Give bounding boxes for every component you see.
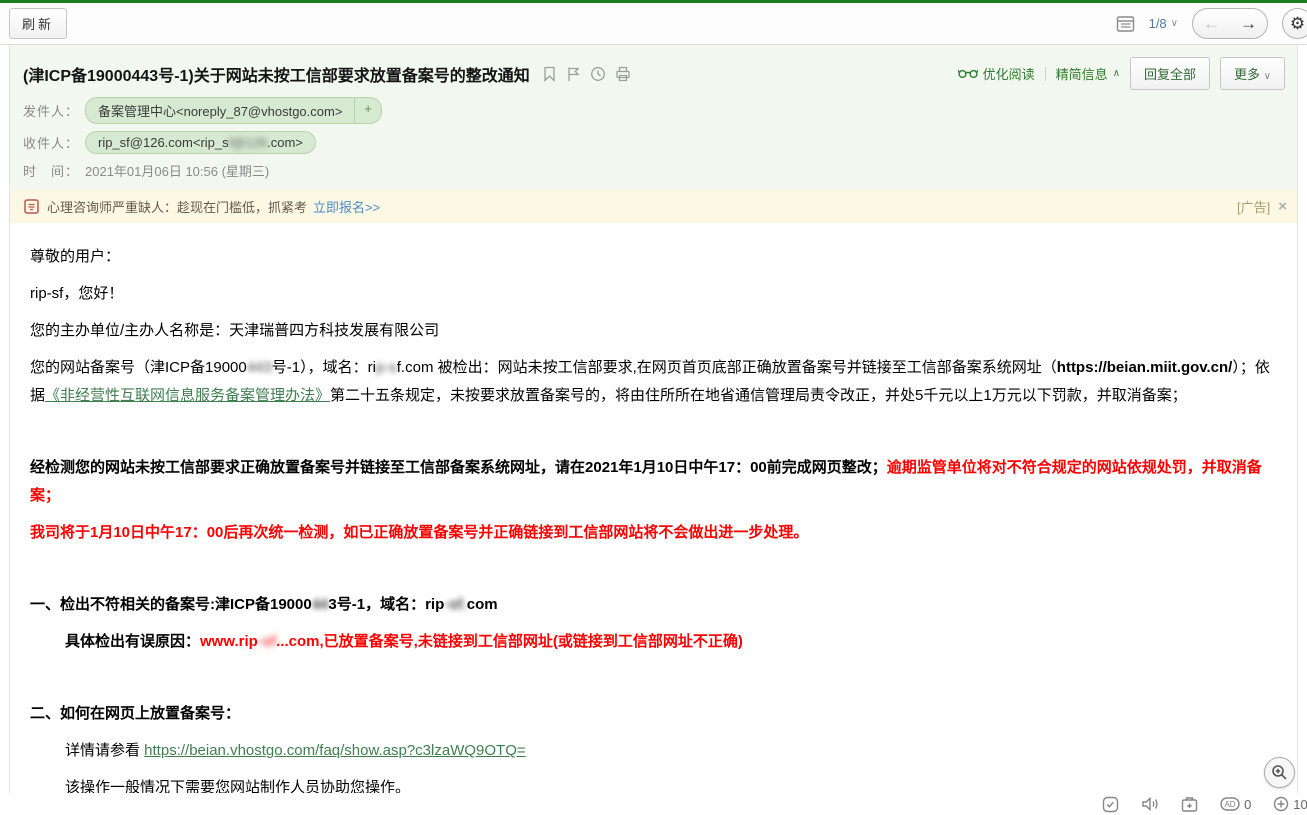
mail-header: (津ICP备19000443号-1)关于网站未按工信部要求放置备案号的整改通知 <box>10 45 1297 190</box>
page-indicator-value: 1/8 <box>1149 16 1167 31</box>
greeting: 尊敬的用户： <box>30 243 1277 271</box>
mail-nav-group: ← → <box>1192 8 1268 39</box>
zoom-level-control[interactable]: 100 <box>1273 796 1307 812</box>
chevron-down-icon: ∨ <box>1171 18 1178 29</box>
concise-info-label: 精简信息 <box>1056 64 1108 83</box>
error-reason-line: 具体检出有误原因：www.rip-sf...com,已放置备案号,未链接到工信部… <box>30 628 1277 656</box>
optimize-reading-label: 优化阅读 <box>983 64 1035 83</box>
svg-text:AD: AD <box>1225 800 1236 809</box>
medkit-button[interactable] <box>1181 796 1198 813</box>
redacted-text: 443 <box>247 359 272 376</box>
speaker-toggle[interactable] <box>1141 796 1159 812</box>
page-indicator[interactable]: 1/8 ∨ <box>1149 16 1178 31</box>
next-mail-button[interactable]: → <box>1230 9 1267 38</box>
from-label: 发件人： <box>23 101 85 120</box>
optimize-reading-action[interactable]: 优化阅读 <box>958 64 1035 83</box>
flag-icon[interactable] <box>566 66 581 82</box>
organizer-line: 您的主办单位/主办人名称是：天津瑞普四方科技发展有限公司 <box>30 317 1277 345</box>
section-2-title: 二、如何在网页上放置备案号： <box>30 700 1277 728</box>
certificate-icon <box>24 199 39 214</box>
chevron-up-icon: ∧ <box>1113 68 1120 79</box>
more-button[interactable]: 更多 ∨ <box>1220 57 1285 90</box>
redacted-text: -sf <box>258 633 276 650</box>
redacted-text: 44 <box>312 596 329 613</box>
safety-check-toggle[interactable] <box>1102 796 1119 813</box>
zoom-level-value: 100 <box>1293 797 1307 812</box>
to-label: 收件人： <box>23 133 85 152</box>
status-bar: AD 0 100 <box>0 793 1307 815</box>
faq-line: 详情请参看 https://beian.vhostgo.com/faq/show… <box>30 737 1277 765</box>
detection-paragraph: 您的网站备案号（津ICP备19000443号-1），域名：rip-sf.com … <box>30 354 1277 410</box>
ad-tag: [广告] <box>1237 197 1270 216</box>
add-contact-button[interactable]: + <box>355 97 382 124</box>
ad-text: 心理咨询师严重缺人：趁现在门槛低，抓紧考 <box>47 197 307 216</box>
redacted-text: p-s <box>376 359 397 376</box>
refresh-button[interactable]: 刷新 <box>9 8 67 39</box>
ad-filter-counter[interactable]: AD 0 <box>1220 797 1251 812</box>
concise-info-action[interactable]: 精简信息 ∧ <box>1056 64 1120 83</box>
magnifier-plus-icon <box>1271 764 1288 781</box>
sender-address-chip[interactable]: 备案管理中心<noreply_87@vhostgo.com> <box>85 97 355 124</box>
close-icon[interactable]: × <box>1278 198 1287 215</box>
mail-view: (津ICP备19000443号-1)关于网站未按工信部要求放置备案号的整改通知 <box>9 45 1298 815</box>
recheck-paragraph: 我司将于1月10日中午17：00后再次统一检测，如已正确放置备案号并正确链接到工… <box>30 519 1277 547</box>
faq-link[interactable]: https://beian.vhostgo.com/faq/show.asp?c… <box>144 742 525 759</box>
ad-banner[interactable]: 心理咨询师严重缺人：趁现在门槛低，抓紧考 立即报名>> [广告] × <box>10 190 1297 223</box>
calendar-icon[interactable] <box>1116 14 1135 33</box>
miit-url: https://beian.miit.gov.cn/ <box>1057 359 1233 376</box>
recipient-address-chip[interactable]: rip_sf@126.com<rip_sf@126.com> <box>85 131 316 154</box>
to-row: 收件人： rip_sf@126.com<rip_sf@126.com> <box>23 131 1285 154</box>
mail-subject: (津ICP备19000443号-1)关于网站未按工信部要求放置备案号的整改通知 <box>23 62 530 86</box>
zoom-in-fab[interactable] <box>1264 757 1295 788</box>
time-label: 时 间： <box>23 161 85 180</box>
print-icon[interactable] <box>615 66 631 82</box>
settings-gear-button[interactable]: ⚙ <box>1282 8 1307 39</box>
bookmark-icon[interactable] <box>542 66 557 82</box>
section-1-title: 一、检出不符相关的备案号:津ICP备19000443号-1，域名：rip-sf.… <box>30 591 1277 619</box>
redacted-text: f@126 <box>229 135 268 150</box>
clock-icon[interactable] <box>590 66 606 82</box>
reply-all-button[interactable]: 回复全部 <box>1130 57 1210 90</box>
toolbar: 刷新 1/8 ∨ ← → ⚙ <box>0 3 1307 45</box>
regulation-link[interactable]: 《非经营性互联网信息服务备案管理办法》 <box>45 387 330 404</box>
mail-body: 尊敬的用户： rip-sf，您好！ 您的主办单位/主办人名称是：天津瑞普四方科技… <box>10 223 1297 815</box>
salutation: rip-sf，您好！ <box>30 280 1277 308</box>
deadline-paragraph: 经检测您的网站未按工信部要求正确放置备案号并链接至工信部备案系统网址，请在202… <box>30 454 1277 510</box>
time-value: 2021年01月06日 10:56 (星期三) <box>85 161 269 180</box>
chevron-down-icon: ∨ <box>1264 71 1271 82</box>
ad-signup-link[interactable]: 立即报名>> <box>313 197 380 216</box>
redacted-text: -sf. <box>444 596 467 613</box>
time-row: 时 间： 2021年01月06日 10:56 (星期三) <box>23 161 1285 180</box>
previous-mail-button[interactable]: ← <box>1193 9 1230 38</box>
divider <box>1045 67 1046 81</box>
from-row: 发件人： 备案管理中心<noreply_87@vhostgo.com> + <box>23 97 1285 124</box>
ad-count: 0 <box>1244 797 1251 812</box>
glasses-icon <box>958 68 978 79</box>
